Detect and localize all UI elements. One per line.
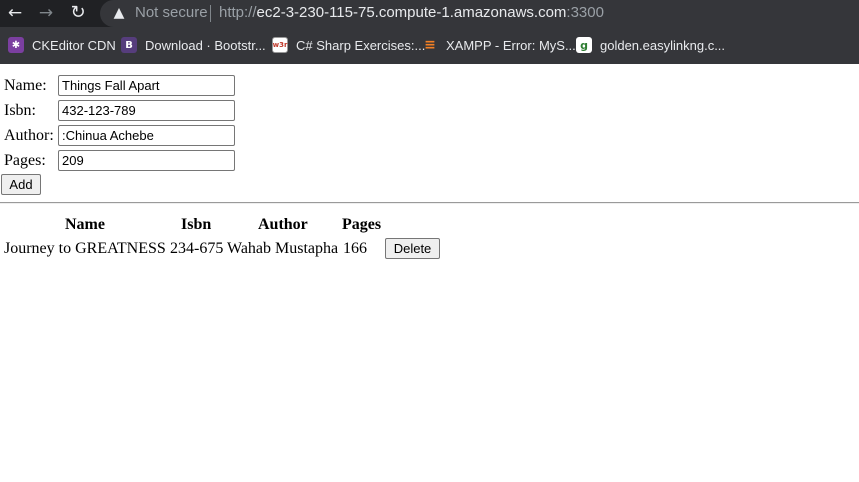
- ckeditor-icon: ✱: [8, 37, 24, 53]
- column-header-isbn: Isbn: [181, 216, 212, 233]
- isbn-input[interactable]: [58, 100, 235, 121]
- warning-icon[interactable]: ▲: [111, 5, 127, 21]
- bookmark-stackoverflow[interactable]: ≡ XAMPP - Error: MyS...: [422, 36, 576, 54]
- bookmark-label: XAMPP - Error: MyS...: [446, 37, 576, 53]
- reload-icon[interactable]: ↻: [68, 3, 88, 23]
- stackoverflow-icon: ≡: [424, 37, 436, 53]
- back-arrow-icon[interactable]: ←: [5, 3, 25, 23]
- url-scheme: http://: [219, 4, 257, 21]
- bookmark-w3resource[interactable]: w3r C# Sharp Exercises:...: [272, 36, 425, 54]
- delete-button[interactable]: Delete: [385, 238, 440, 259]
- bookmarks-bar: ✱ CKEditor CDN B Download · Bootstr... w…: [0, 27, 859, 64]
- cell-author: Wahab Mustapha: [227, 240, 339, 257]
- bookmark-label: C# Sharp Exercises:...: [296, 37, 426, 53]
- bookmark-label: Download · Bootstr...: [145, 37, 266, 53]
- bookmark-label: CKEditor CDN: [32, 37, 116, 53]
- bookmark-ckeditor[interactable]: ✱ CKEditor CDN: [8, 36, 116, 54]
- bookmark-golden[interactable]: g golden.easylinkng.c...: [576, 36, 725, 54]
- golden-icon: g: [576, 37, 592, 53]
- cell-isbn: 234-675: [170, 240, 224, 257]
- bookmark-bootstrap[interactable]: B Download · Bootstr...: [121, 36, 266, 54]
- isbn-label: Isbn:: [4, 102, 36, 119]
- pages-label: Pages:: [4, 152, 46, 169]
- forward-arrow-icon[interactable]: →: [36, 3, 56, 23]
- cell-pages: 166: [343, 240, 367, 257]
- url-text[interactable]: http://ec2-3-230-115-75.compute-1.amazon…: [219, 4, 604, 22]
- column-header-author: Author: [258, 216, 308, 233]
- add-button[interactable]: Add: [1, 174, 41, 195]
- browser-toolbar: ← → ↻ ▲ Not secure http://ec2-3-230-115-…: [0, 0, 859, 27]
- name-label: Name:: [4, 77, 47, 94]
- url-port: :3300: [566, 4, 604, 21]
- bookmark-label: golden.easylinkng.c...: [600, 37, 726, 53]
- author-label: Author:: [4, 127, 54, 144]
- name-input[interactable]: [58, 75, 235, 96]
- url-host: ec2-3-230-115-75.compute-1.amazonaws.com: [256, 4, 567, 21]
- bootstrap-icon: B: [121, 37, 137, 53]
- author-input[interactable]: [58, 125, 235, 146]
- column-header-name: Name: [65, 216, 105, 233]
- cell-name: Journey to GREATNESS: [4, 240, 166, 257]
- security-status[interactable]: Not secure: [135, 4, 208, 22]
- address-divider: [210, 5, 211, 22]
- w3resource-icon: w3r: [272, 37, 288, 53]
- pages-input[interactable]: [58, 150, 235, 171]
- column-header-pages: Pages: [342, 216, 382, 233]
- divider: [0, 202, 859, 204]
